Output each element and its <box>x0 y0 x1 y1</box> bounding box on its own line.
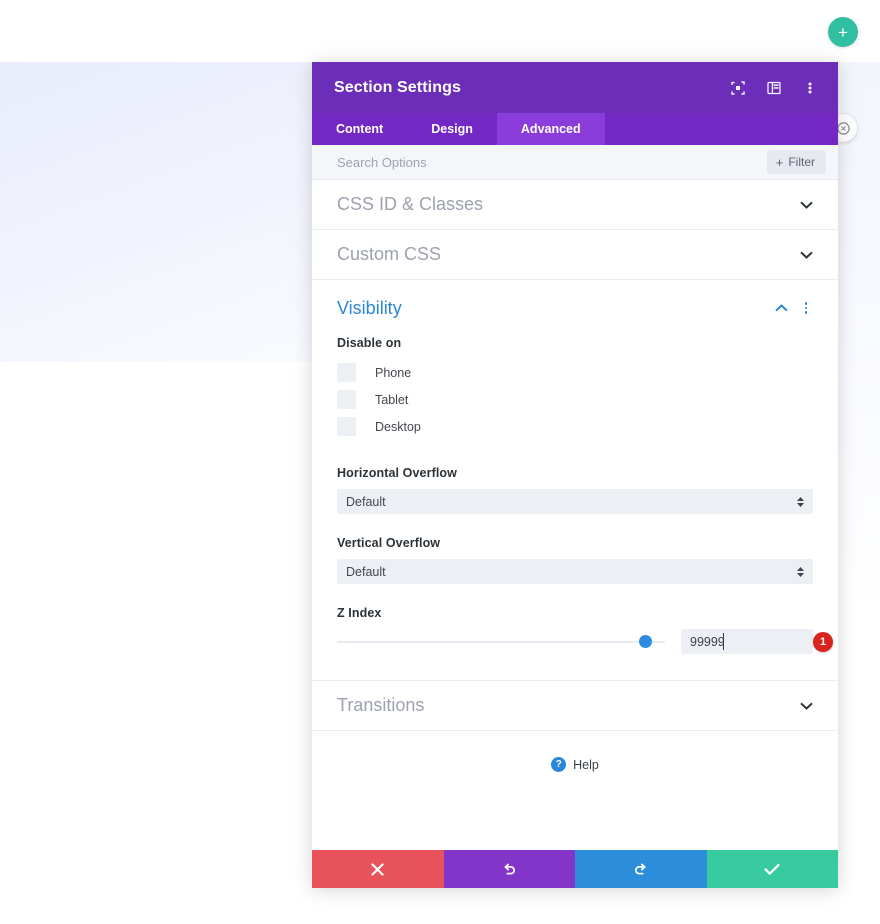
slider-handle[interactable] <box>638 634 652 648</box>
toggle-transitions[interactable]: Transitions <box>312 681 838 731</box>
text-caret <box>723 633 724 650</box>
plus-icon: + <box>775 154 784 170</box>
redo-button[interactable] <box>575 850 707 888</box>
chevron-down-icon <box>799 198 813 212</box>
checkbox-label: Phone <box>375 365 412 380</box>
horizontal-overflow-select[interactable]: Default <box>337 489 813 514</box>
filter-button[interactable]: + Filter <box>766 150 826 174</box>
help-button[interactable]: ? Help <box>312 731 838 794</box>
tab-content[interactable]: Content <box>312 113 407 145</box>
add-section-button[interactable]: + <box>828 17 858 47</box>
checkbox-label: Desktop <box>375 419 421 434</box>
z-index-field: Z Index 1 <box>337 606 833 654</box>
kebab-menu-icon[interactable] <box>800 78 820 98</box>
page-background-top <box>0 0 880 62</box>
horizontal-overflow-field: Horizontal Overflow Default <box>337 466 813 514</box>
filter-button-label: Filter <box>788 155 815 169</box>
disable-on-label: Disable on <box>337 336 402 350</box>
toggle-visibility[interactable]: Visibility <box>312 280 838 336</box>
checkbox-label: Tablet <box>375 392 409 407</box>
panel-layout-icon[interactable] <box>764 78 784 98</box>
undo-button[interactable] <box>443 850 575 888</box>
horizontal-overflow-label: Horizontal Overflow <box>337 466 457 480</box>
tab-advanced[interactable]: Advanced <box>496 113 605 145</box>
header-icon-group <box>728 78 820 98</box>
checkbox-desktop[interactable] <box>337 417 356 436</box>
page-title: Section Settings <box>334 78 461 96</box>
vertical-overflow-field: Vertical Overflow Default <box>337 536 813 584</box>
visibility-section-content: Disable on Phone Tablet Desktop Horizont… <box>312 336 838 681</box>
question-mark-icon: ? <box>551 757 567 772</box>
checkbox-tablet[interactable] <box>337 390 356 409</box>
tab-design[interactable]: Design <box>407 113 497 145</box>
plus-icon: + <box>838 22 848 42</box>
chevron-up-icon <box>774 301 788 315</box>
search-options-row: + Filter <box>312 145 838 180</box>
toggle-css-id-classes[interactable]: CSS ID & Classes <box>312 180 838 230</box>
settings-body: CSS ID & Classes Custom CSS Visibility D… <box>312 180 838 850</box>
check-icon <box>764 863 780 876</box>
z-index-slider[interactable] <box>337 632 665 652</box>
settings-tabs: Content Design Advanced <box>312 113 838 145</box>
toggle-title: Transitions <box>337 695 425 715</box>
close-icon <box>371 862 384 876</box>
disable-on-field: Disable on Phone Tablet Desktop <box>337 336 813 440</box>
search-input[interactable] <box>337 154 767 170</box>
help-label: Help <box>573 757 599 772</box>
chevron-down-icon <box>799 699 813 713</box>
vertical-overflow-label: Vertical Overflow <box>337 536 441 550</box>
discard-button[interactable] <box>312 850 444 888</box>
save-button[interactable] <box>706 850 838 888</box>
z-index-input[interactable] <box>681 629 813 654</box>
chevron-down-icon <box>799 248 813 262</box>
focus-mode-icon[interactable] <box>728 78 748 98</box>
section-settings-modal: Section Settings Content Design Advanced… <box>312 62 838 888</box>
z-index-label: Z Index <box>337 606 382 620</box>
redo-icon <box>633 862 648 877</box>
checkbox-row-tablet[interactable]: Tablet <box>337 386 813 413</box>
visibility-options-menu-icon[interactable] <box>799 300 813 316</box>
status-badge: 1 <box>813 631 833 652</box>
checkbox-row-desktop[interactable]: Desktop <box>337 413 813 440</box>
toggle-title: Visibility <box>337 297 402 318</box>
vertical-overflow-select[interactable]: Default <box>337 559 813 584</box>
page-background-right <box>838 62 880 622</box>
toggle-title: Custom CSS <box>337 244 442 264</box>
modal-footer <box>312 850 838 888</box>
checkbox-phone[interactable] <box>337 363 356 382</box>
toggle-custom-css[interactable]: Custom CSS <box>312 230 838 280</box>
modal-header: Section Settings <box>312 62 838 113</box>
checkbox-row-phone[interactable]: Phone <box>337 359 813 386</box>
toggle-title: CSS ID & Classes <box>337 194 484 214</box>
undo-icon <box>502 862 517 877</box>
